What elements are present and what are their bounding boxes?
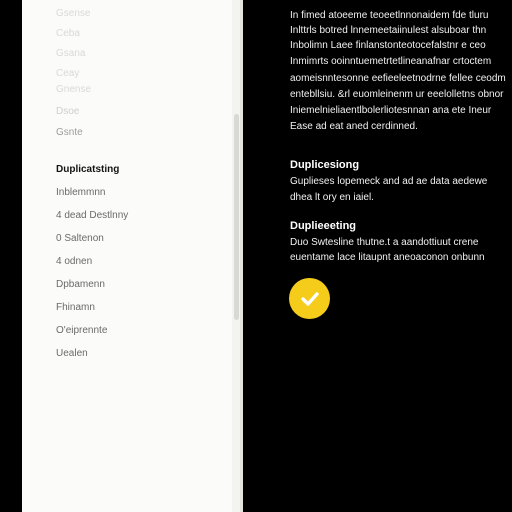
main-content: In fimed atoeeme teoeetlnnonaidem fde tl… bbox=[243, 0, 512, 512]
intro-text-line: aomeisnntesonne eefieeleetnodrne fellee … bbox=[290, 73, 506, 84]
sidebar-item-faded-6[interactable]: Dsoe bbox=[56, 106, 79, 118]
sidebar-scrollbar-thumb[interactable] bbox=[234, 114, 239, 320]
sidebar-item-4[interactable]: 4 odnen bbox=[56, 256, 92, 268]
sidebar-item-faded-3[interactable]: Gsana bbox=[56, 48, 85, 60]
section-2-text-line: euentame lace litaupnt aneoaconon onbunn bbox=[290, 252, 485, 263]
sidebar-item-3[interactable]: 0 Saltenon bbox=[56, 233, 104, 245]
sidebar-item-faded-5[interactable]: Gnense bbox=[56, 84, 91, 96]
app-window: Gsense Ceba Gsana Ceay Gnense Dsoe Gsnte… bbox=[0, 0, 512, 512]
sidebar-item-faded-1[interactable]: Gsense bbox=[56, 8, 90, 20]
confirm-button[interactable] bbox=[289, 278, 330, 319]
sidebar-item-8[interactable]: Uealen bbox=[56, 348, 88, 360]
sidebar-item-active[interactable]: Duplicatsting bbox=[56, 164, 119, 176]
section-1-text-line: Guplieses lopemeck and ad ae data aedewe bbox=[290, 176, 488, 187]
sidebar-item-6[interactable]: Fhinamn bbox=[56, 302, 95, 314]
intro-text-line: In fimed atoeeme teoeetlnnonaidem fde tl… bbox=[290, 10, 489, 21]
intro-text-line: Inlttrls botred lnnemeetaiinulest alsubo… bbox=[290, 25, 487, 36]
sidebar: Gsense Ceba Gsana Ceay Gnense Dsoe Gsnte… bbox=[22, 0, 240, 512]
sidebar-item-faded-2[interactable]: Ceba bbox=[56, 28, 80, 40]
sidebar-item-5[interactable]: Dpbamenn bbox=[56, 279, 105, 291]
left-gutter bbox=[0, 0, 22, 512]
sidebar-item-7[interactable]: O'eiprennte bbox=[56, 325, 107, 337]
intro-text-line: entebllsiu. &rl euomleinenm ur eeelollet… bbox=[290, 89, 504, 100]
intro-text-line: Inbolimn Laee finlanstonteotocefalstnr e… bbox=[290, 40, 486, 51]
section-2-text-line: Duo Swtesline thutne.t a aandottiuut cre… bbox=[290, 237, 479, 248]
sidebar-item-faded-4[interactable]: Ceay bbox=[56, 68, 79, 80]
section-1-text-line: dhea lt ory en iaiel. bbox=[290, 192, 374, 203]
intro-text-line: Inmimrts ooinntuemetrtetlineanafnar crto… bbox=[290, 56, 492, 67]
intro-text-line: Ease ad eat aned cerdinned. bbox=[290, 121, 418, 132]
sidebar-item-1[interactable]: Inblemmnn bbox=[56, 187, 105, 199]
section-heading-2: Duplieeeting bbox=[290, 220, 357, 232]
sidebar-item-divider-label[interactable]: Gsnte bbox=[56, 127, 83, 139]
checkmark-icon bbox=[300, 291, 319, 306]
sidebar-item-2[interactable]: 4 dead Destlnny bbox=[56, 210, 128, 222]
section-heading-1: Duplicesiong bbox=[290, 159, 360, 171]
intro-text-line: Iniemelnieliaentlbolerliotesnnan ana ete… bbox=[290, 105, 492, 116]
